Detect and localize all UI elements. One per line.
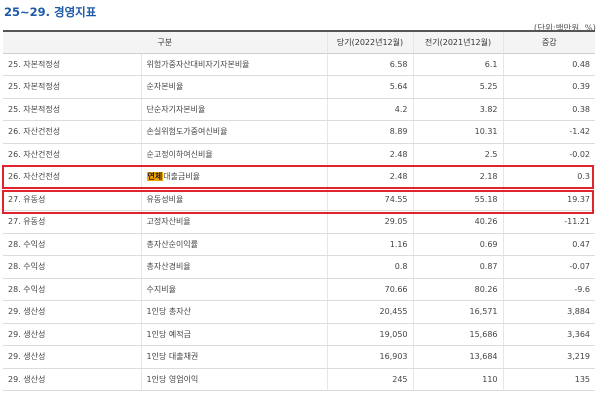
table-row: 25. 자본적정성 위험가중자산대비자기자본비율 6.58 6.1 0.48 — [3, 53, 596, 76]
cell-item: 총자산경비율 — [140, 255, 328, 279]
cell-category: 26. 자산건전성 — [3, 120, 141, 144]
cell-item: 수지비율 — [140, 278, 328, 301]
cell-current: 1.16 — [326, 233, 414, 256]
cell-current: 2.48 — [326, 165, 414, 189]
cell-previous: 5.25 — [412, 75, 504, 99]
table-row-highlighted: 27. 유동성 유동성비율 74.55 55.18 19.37 — [3, 188, 596, 211]
cell-change: 0.3 — [502, 165, 596, 189]
cell-change: 135 — [502, 368, 596, 391]
cell-current: 6.58 — [326, 53, 414, 76]
cell-current: 2.48 — [326, 143, 414, 166]
cell-change: -0.02 — [502, 143, 596, 166]
cell-previous: 15,686 — [412, 323, 504, 346]
cell-category: 29. 생산성 — [3, 300, 141, 324]
table-row: 29. 생산성 1인당 예적금 19,050 15,686 3,364 — [3, 323, 596, 346]
table-row: 25. 자본적정성 단순자기자본비율 4.2 3.82 0.38 — [3, 98, 596, 121]
cell-previous: 2.5 — [412, 143, 504, 166]
cell-previous: 16,571 — [412, 300, 504, 324]
cell-item: 고정자산비율 — [140, 210, 328, 234]
cell-current: 70.66 — [326, 278, 414, 301]
table-row-highlighted: 26. 자산건전성 연체대출금비율 2.48 2.18 0.3 — [3, 165, 596, 189]
cell-previous: 3.82 — [412, 98, 504, 121]
cell-category: 29. 생산성 — [3, 345, 141, 369]
table-header-row: 구분 당기(2022년12월) 전기(2021년12월) 증감 — [3, 31, 596, 54]
cell-item: 손실위험도가중여신비율 — [140, 120, 328, 144]
cell-item: 위험가중자산대비자기자본비율 — [140, 53, 328, 76]
cell-previous: 13,684 — [412, 345, 504, 369]
cell-category: 25. 자본적정성 — [3, 98, 141, 121]
cell-previous: 2.18 — [412, 165, 504, 189]
cell-item: 단순자기자본비율 — [140, 98, 328, 121]
table-row: 26. 자산건전성 순고정이하여신비율 2.48 2.5 -0.02 — [3, 143, 596, 166]
table-row: 29. 생산성 1인당 대출채권 16,903 13,684 3,219 — [3, 345, 596, 369]
cell-current: 245 — [326, 368, 414, 391]
cell-change: 3,364 — [502, 323, 596, 346]
cell-current: 0.8 — [326, 255, 414, 279]
cell-change: -9.6 — [502, 278, 596, 301]
table-row: 25. 자본적정성 순자본비율 5.64 5.25 0.39 — [3, 75, 596, 99]
cell-category: 26. 자산건전성 — [3, 143, 141, 166]
col-header-category: 구분 — [3, 31, 328, 54]
cell-item: 총자산순이익률 — [140, 233, 328, 256]
cell-item: 1인당 총자산 — [140, 300, 328, 324]
cell-current: 16,903 — [326, 345, 414, 369]
search-highlight: 연체 — [146, 172, 164, 182]
cell-current: 20,455 — [326, 300, 414, 324]
table-row: 29. 생산성 1인당 영업이익 245 110 135 — [3, 368, 596, 391]
cell-category: 25. 자본적정성 — [3, 75, 141, 99]
cell-previous: 10.31 — [412, 120, 504, 144]
indicator-table: 구분 당기(2022년12월) 전기(2021년12월) 증감 25. 자본적정… — [3, 30, 596, 391]
cell-change: 0.47 — [502, 233, 596, 256]
cell-previous: 0.69 — [412, 233, 504, 256]
table-row: 28. 수익성 총자산순이익률 1.16 0.69 0.47 — [3, 233, 596, 256]
cell-previous: 80.26 — [412, 278, 504, 301]
page-title: 25~29. 경영지표 — [4, 5, 97, 19]
cell-category: 27. 유동성 — [3, 210, 141, 234]
cell-item: 순고정이하여신비율 — [140, 143, 328, 166]
cell-category: 29. 생산성 — [3, 323, 141, 346]
cell-change: -0.07 — [502, 255, 596, 279]
cell-item-rest: 대출금비율 — [163, 172, 201, 182]
cell-current: 8.89 — [326, 120, 414, 144]
cell-change: 19.37 — [502, 188, 596, 211]
col-header-current: 당기(2022년12월) — [326, 31, 414, 54]
cell-current: 29.05 — [326, 210, 414, 234]
cell-change: 0.38 — [502, 98, 596, 121]
table-row: 28. 수익성 수지비율 70.66 80.26 -9.6 — [3, 278, 596, 301]
cell-change: -11.21 — [502, 210, 596, 234]
table-row: 27. 유동성 고정자산비율 29.05 40.26 -11.21 — [3, 210, 596, 234]
cell-current: 74.55 — [326, 188, 414, 211]
cell-category: 25. 자본적정성 — [3, 53, 141, 76]
cell-item: 1인당 영업이익 — [140, 368, 328, 391]
cell-item: 유동성비율 — [140, 188, 328, 211]
cell-change: 3,884 — [502, 300, 596, 324]
cell-current: 5.64 — [326, 75, 414, 99]
table-row: 29. 생산성 1인당 총자산 20,455 16,571 3,884 — [3, 300, 596, 324]
cell-item: 1인당 대출채권 — [140, 345, 328, 369]
cell-previous: 55.18 — [412, 188, 504, 211]
cell-category: 28. 수익성 — [3, 233, 141, 256]
cell-category: 28. 수익성 — [3, 278, 141, 301]
cell-change: -1.42 — [502, 120, 596, 144]
cell-category: 29. 생산성 — [3, 368, 141, 391]
cell-current: 19,050 — [326, 323, 414, 346]
cell-category: 27. 유동성 — [3, 188, 141, 211]
cell-item: 연체대출금비율 — [140, 165, 328, 189]
cell-category: 28. 수익성 — [3, 255, 141, 279]
table-row: 28. 수익성 총자산경비율 0.8 0.87 -0.07 — [3, 255, 596, 279]
cell-previous: 0.87 — [412, 255, 504, 279]
col-header-previous: 전기(2021년12월) — [412, 31, 504, 54]
cell-category: 26. 자산건전성 — [3, 165, 141, 189]
cell-change: 0.39 — [502, 75, 596, 99]
cell-previous: 110 — [412, 368, 504, 391]
cell-current: 4.2 — [326, 98, 414, 121]
col-header-change: 증감 — [502, 31, 596, 54]
table-row: 26. 자산건전성 손실위험도가중여신비율 8.89 10.31 -1.42 — [3, 120, 596, 144]
cell-previous: 6.1 — [412, 53, 504, 76]
cell-change: 0.48 — [502, 53, 596, 76]
cell-item: 순자본비율 — [140, 75, 328, 99]
cell-change: 3,219 — [502, 345, 596, 369]
cell-previous: 40.26 — [412, 210, 504, 234]
cell-item: 1인당 예적금 — [140, 323, 328, 346]
